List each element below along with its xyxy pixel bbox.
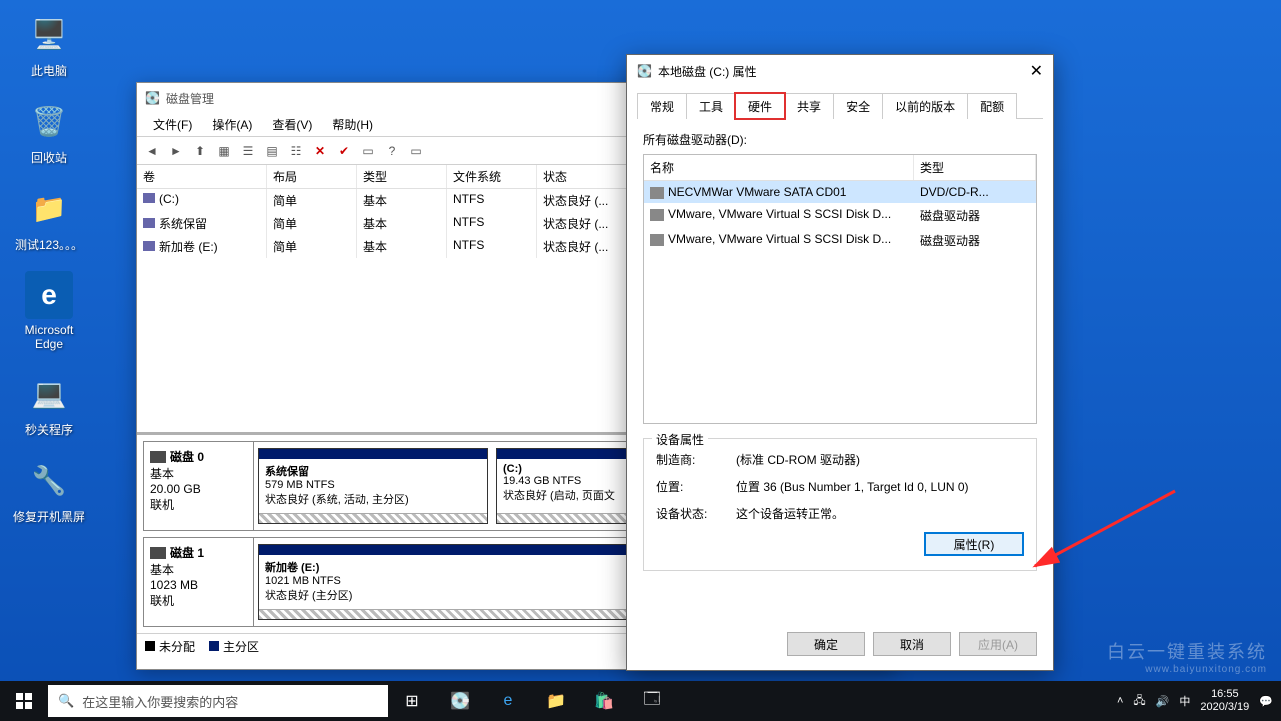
loc-label: 位置: — [656, 478, 736, 495]
legend-primary: 主分区 — [223, 640, 259, 654]
device-properties-group: 设备属性 制造商:(标准 CD-ROM 驱动器) 位置:位置 36 (Bus N… — [643, 438, 1037, 571]
taskbar-app-diskmgmt[interactable]: 💽 — [436, 681, 484, 721]
col-name[interactable]: 名称 — [644, 155, 914, 180]
icon-label: 回收站 — [10, 149, 88, 166]
app-icon: 💽 — [145, 91, 160, 105]
col-volume[interactable]: 卷 — [137, 165, 267, 188]
grid-icon[interactable]: ▦ — [213, 140, 235, 162]
drive-list[interactable]: 名称 类型 NECVMWar VMware SATA CD01DVD/CD-R.… — [643, 154, 1037, 424]
tray-volume-icon[interactable]: 🔊 — [1156, 695, 1170, 708]
loc-value: 位置 36 (Bus Number 1, Target Id 0, LUN 0) — [736, 478, 969, 495]
ok-button[interactable]: 确定 — [787, 632, 865, 656]
notifications-icon[interactable]: 💬 — [1259, 695, 1273, 708]
drive-icon: 💽 — [637, 64, 652, 78]
properties-dialog: 💽 本地磁盘 (C:) 属性 ✕ 常规 工具 硬件 共享 安全 以前的版本 配额… — [626, 54, 1054, 671]
tab-sharing[interactable]: 共享 — [784, 93, 834, 119]
help-icon[interactable]: ? — [381, 140, 403, 162]
up-icon[interactable]: ⬆ — [189, 140, 211, 162]
close-button[interactable]: ✕ — [1030, 61, 1043, 81]
icon-label: Microsoft Edge — [10, 323, 88, 351]
taskbar-apps: ⊞ 💽 e 📁 🛍️ 🗔 — [388, 681, 676, 721]
drive-row[interactable]: NECVMWar VMware SATA CD01DVD/CD-R... — [644, 181, 1036, 203]
mfg-value: (标准 CD-ROM 驱动器) — [736, 451, 860, 468]
detail-icon[interactable]: ▤ — [261, 140, 283, 162]
desktop-icon-app2[interactable]: 🔧修复开机黑屏 — [10, 456, 88, 525]
taskbar-app-edge[interactable]: e — [484, 681, 532, 721]
col-type[interactable]: 类型 — [357, 165, 447, 188]
drive-list-label: 所有磁盘驱动器(D): — [643, 131, 1037, 148]
col-fs[interactable]: 文件系统 — [447, 165, 537, 188]
tab-tools[interactable]: 工具 — [686, 93, 736, 119]
menu-help[interactable]: 帮助(H) — [322, 116, 383, 133]
status-value: 这个设备运转正常。 — [736, 505, 844, 522]
menu-view[interactable]: 查看(V) — [262, 116, 322, 133]
apply-button[interactable]: 应用(A) — [959, 632, 1037, 656]
watermark: 白云一键重装系统www.baiyunxitong.com — [1107, 638, 1267, 675]
drive-row[interactable]: VMware, VMware Virtual S SCSI Disk D...磁… — [644, 228, 1036, 253]
menu-file[interactable]: 文件(F) — [143, 116, 202, 133]
status-label: 设备状态: — [656, 505, 736, 522]
props-icon[interactable]: ☷ — [285, 140, 307, 162]
misc-icon[interactable]: ▭ — [357, 140, 379, 162]
system-tray[interactable]: ˄ 🖧 🔊 中 16:55 2020/3/19 💬 — [1117, 688, 1281, 714]
tab-hardware[interactable]: 硬件 — [735, 93, 785, 119]
disk-info: 磁盘 0基本20.00 GB联机 — [144, 442, 254, 530]
desktop-icon-folder[interactable]: 📁测试123。。。 — [10, 184, 88, 253]
dialog-title: 本地磁盘 (C:) 属性 — [658, 63, 757, 80]
windows-icon — [16, 693, 32, 709]
tab-quota[interactable]: 配额 — [967, 93, 1017, 119]
legend-unallocated: 未分配 — [159, 640, 195, 654]
icon-label: 秒关程序 — [10, 421, 88, 438]
taskbar-app-other[interactable]: 🗔 — [628, 681, 676, 721]
tab-previous[interactable]: 以前的版本 — [882, 93, 968, 119]
search-box[interactable]: 🔍 在这里输入你要搜索的内容 — [48, 685, 388, 717]
tray-network-icon[interactable]: 🖧 — [1133, 692, 1145, 711]
list-icon[interactable]: ☰ — [237, 140, 259, 162]
cancel-button[interactable]: 取消 — [873, 632, 951, 656]
tray-chevron-icon[interactable]: ˄ — [1117, 695, 1123, 707]
menu-action[interactable]: 操作(A) — [202, 116, 262, 133]
tray-ime-icon[interactable]: 中 — [1179, 693, 1190, 709]
mfg-label: 制造商: — [656, 451, 736, 468]
delete-icon[interactable]: ✕ — [309, 140, 331, 162]
tab-strip: 常规 工具 硬件 共享 安全 以前的版本 配额 — [627, 87, 1053, 119]
desktop-icons: 🖥️此电脑 🗑️回收站 📁测试123。。。 eMicrosoft Edge 💻秒… — [10, 10, 90, 543]
tray-date: 2020/3/19 — [1200, 701, 1249, 714]
start-button[interactable] — [0, 681, 48, 721]
desktop-icon-recyclebin[interactable]: 🗑️回收站 — [10, 97, 88, 166]
desktop-icon-computer[interactable]: 🖥️此电脑 — [10, 10, 88, 79]
desktop-icon-edge[interactable]: eMicrosoft Edge — [10, 271, 88, 351]
icon-label: 修复开机黑屏 — [10, 508, 88, 525]
disk-info: 磁盘 1基本1023 MB联机 — [144, 538, 254, 626]
drive-row[interactable]: VMware, VMware Virtual S SCSI Disk D...磁… — [644, 203, 1036, 228]
taskbar-app-explorer[interactable]: 📁 — [532, 681, 580, 721]
check-icon[interactable]: ✔ — [333, 140, 355, 162]
partition[interactable]: 系统保留579 MB NTFS状态良好 (系统, 活动, 主分区) — [258, 448, 488, 524]
taskbar-app-store[interactable]: 🛍️ — [580, 681, 628, 721]
col-type[interactable]: 类型 — [914, 155, 1036, 180]
dialog-titlebar[interactable]: 💽 本地磁盘 (C:) 属性 ✕ — [627, 55, 1053, 87]
forward-button[interactable]: ► — [165, 140, 187, 162]
more-icon[interactable]: ▭ — [405, 140, 427, 162]
col-layout[interactable]: 布局 — [267, 165, 357, 188]
tab-content: 所有磁盘驱动器(D): 名称 类型 NECVMWar VMware SATA C… — [627, 119, 1053, 583]
window-title: 磁盘管理 — [166, 90, 214, 107]
dialog-actions: 确定 取消 应用(A) — [787, 632, 1037, 656]
properties-button[interactable]: 属性(R) — [924, 532, 1024, 556]
taskbar: 🔍 在这里输入你要搜索的内容 ⊞ 💽 e 📁 🛍️ 🗔 ˄ 🖧 🔊 中 16:5… — [0, 681, 1281, 721]
icon-label: 测试123。。。 — [10, 236, 88, 253]
col-status[interactable]: 状态 — [537, 165, 627, 188]
desktop-icon-app1[interactable]: 💻秒关程序 — [10, 369, 88, 438]
back-button[interactable]: ◄ — [141, 140, 163, 162]
tab-general[interactable]: 常规 — [637, 93, 687, 119]
tab-security[interactable]: 安全 — [833, 93, 883, 119]
tray-time: 16:55 — [1200, 688, 1249, 701]
search-placeholder: 在这里输入你要搜索的内容 — [82, 692, 238, 711]
search-icon: 🔍 — [58, 693, 74, 709]
icon-label: 此电脑 — [10, 62, 88, 79]
group-label: 设备属性 — [652, 431, 708, 448]
task-view-icon[interactable]: ⊞ — [388, 681, 436, 721]
